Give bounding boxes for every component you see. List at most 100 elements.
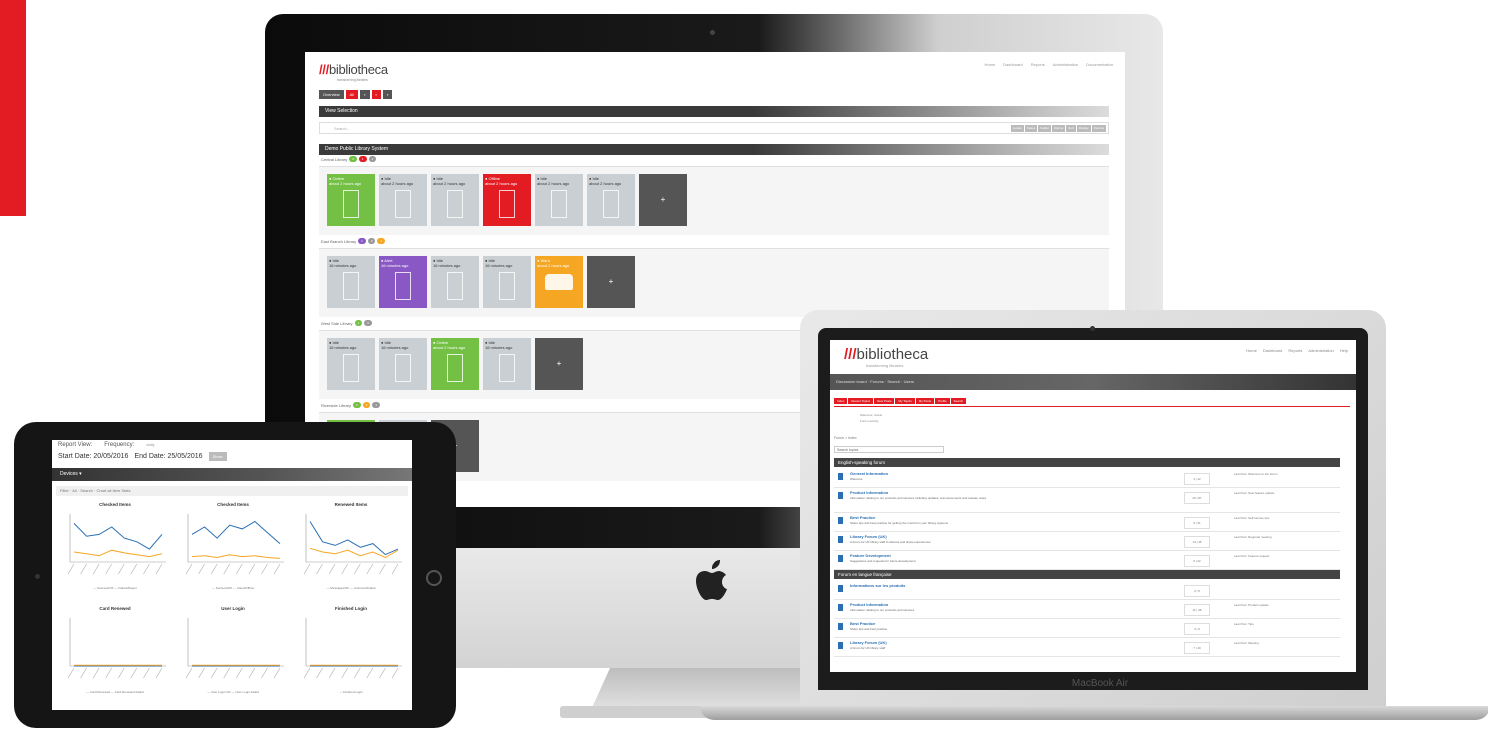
tab-profile[interactable]: Profile: [935, 398, 950, 404]
option-button[interactable]: Status: [1024, 125, 1038, 132]
tab-my-topics[interactable]: My Topics: [895, 398, 915, 404]
device-tile[interactable]: ● Idle16 minutes ago: [327, 256, 375, 308]
frequency-select[interactable]: daily: [146, 442, 154, 448]
last-post[interactable]: Last Post: Feature request: [1234, 554, 1269, 558]
search-input[interactable]: Search... Locate Status Folder Uptime So…: [319, 122, 1109, 134]
device-tile[interactable]: ● Idle16 minutes ago: [379, 338, 427, 390]
forum-row[interactable]: Informations sur les produits 2 | 5: [834, 581, 1340, 600]
tab-search[interactable]: Search: [950, 398, 967, 404]
tab-new-posts[interactable]: New Posts: [874, 398, 895, 404]
tab-recent-topics[interactable]: Recent Topics: [848, 398, 874, 404]
start-date-field[interactable]: Start Date: 20/05/2016: [58, 453, 128, 460]
forum-row[interactable]: Best Practice Share tips and best practic…: [834, 619, 1340, 638]
nav-link[interactable]: Reports: [1288, 348, 1302, 353]
device-tile[interactable]: ● Idle16 minutes ago: [483, 256, 531, 308]
overview-button[interactable]: Overview: [319, 90, 344, 99]
group-label[interactable]: Central Library 3 1 2: [321, 156, 377, 162]
last-post[interactable]: Last Post: Product update: [1234, 603, 1269, 607]
option-button[interactable]: Display: [1076, 125, 1091, 132]
top-nav: Home Dashboard Reports Administration He…: [1246, 348, 1348, 353]
tab-my-posts[interactable]: My Posts: [915, 398, 935, 404]
filter-row[interactable]: Filter · All · Search · Chart all Item S…: [56, 486, 408, 496]
tab-index[interactable]: Index: [834, 398, 848, 404]
forum-title[interactable]: Library Forum (UK): [850, 534, 887, 539]
nav-link[interactable]: Administration: [1308, 348, 1333, 353]
forum-title[interactable]: General Information: [850, 471, 888, 476]
device-tile[interactable]: ● Idle16 minutes ago: [483, 338, 531, 390]
device-tile[interactable]: ● Idle16 minutes ago: [327, 338, 375, 390]
add-device-button[interactable]: +: [587, 256, 635, 308]
device-tile[interactable]: ● Idle about 2 hours ago: [587, 174, 635, 226]
forum-section-header[interactable]: Forum en langue française: [834, 570, 1340, 579]
devices-dropdown[interactable]: Devices ▾: [52, 468, 412, 481]
end-date-field[interactable]: End Date: 25/05/2016: [134, 453, 202, 460]
last-post[interactable]: Last Post: Tips: [1234, 622, 1254, 626]
nav-link[interactable]: Home: [984, 62, 995, 67]
search-options: Locate Status Folder Uptime Sort Display…: [1010, 125, 1106, 132]
all-button[interactable]: All: [345, 90, 359, 99]
forum-row[interactable]: Best Practice Share tips and best practic…: [834, 513, 1340, 532]
show-button[interactable]: Show: [208, 452, 227, 461]
forum-section-header[interactable]: English-speaking forum: [834, 458, 1340, 467]
x-tick-label: [198, 667, 205, 679]
kiosk-icon: [603, 190, 619, 218]
last-post[interactable]: Last Post: Meeting: [1234, 641, 1259, 645]
forum-title[interactable]: Best Practice: [850, 515, 875, 520]
forum-title[interactable]: Best Practice: [850, 621, 875, 626]
option-button[interactable]: Uptime: [1051, 125, 1066, 132]
add-device-button[interactable]: +: [535, 338, 583, 390]
option-button[interactable]: Locate: [1010, 125, 1024, 132]
option-button[interactable]: Sort: [1066, 125, 1076, 132]
option-button[interactable]: Folder: [1038, 125, 1051, 132]
x-tick-label: [155, 667, 163, 679]
last-post[interactable]: Last Post: New feature update: [1234, 491, 1274, 495]
device-tile[interactable]: ● Warn about 2 hours ago: [535, 256, 583, 308]
forum-title[interactable]: Feature Development: [850, 553, 891, 558]
nav-link[interactable]: Administration: [1053, 62, 1078, 67]
forum-row[interactable]: Library Forum (UK) A forum for UK library…: [834, 532, 1340, 551]
group-label[interactable]: West Side Library 1 3: [321, 320, 372, 326]
breadcrumb[interactable]: Forum > Index: [834, 436, 857, 440]
device-tile[interactable]: ● Online about 2 hours ago: [431, 338, 479, 390]
device-tile[interactable]: ● Idle16 minutes ago: [431, 256, 479, 308]
forum-row[interactable]: General Information Welcome 4 | 12 Last Pos…: [834, 469, 1340, 488]
alert-button[interactable]: ▪: [371, 90, 381, 99]
forum-title[interactable]: Library Forum (UK): [850, 640, 887, 645]
forum-title[interactable]: Product Information: [850, 602, 888, 607]
forum-title[interactable]: Informations sur les produits: [850, 583, 905, 588]
nav-link[interactable]: Dashboard: [1263, 348, 1283, 353]
device-tile[interactable]: ● Idle about 2 hours ago: [431, 174, 479, 226]
forum-row[interactable]: Product Information Information relating …: [834, 488, 1340, 513]
option-button[interactable]: Options: [1091, 125, 1106, 132]
report-view-label[interactable]: Report View:: [58, 442, 92, 448]
group-label[interactable]: Riverside Library 2 1 1: [321, 402, 381, 408]
device-tile[interactable]: ● Online about 2 hours ago: [327, 174, 375, 226]
forum-nav-bar[interactable]: Discussion board · Forums · Search · Use…: [830, 374, 1356, 390]
device-tile[interactable]: ● Offline about 2 hours ago: [483, 174, 531, 226]
grid-button[interactable]: ▪: [382, 90, 393, 99]
forum-row[interactable]: Feature Development Suggestions and reque…: [834, 551, 1340, 570]
forum-row[interactable]: Library Forum (UK) A forum for UK library…: [834, 638, 1340, 657]
library-system-bar[interactable]: Demo Public Library System: [319, 144, 1109, 155]
brand-logo[interactable]: ///bibliotheca transforming libraries: [319, 62, 388, 82]
nav-link[interactable]: Help: [1340, 348, 1348, 353]
filter-button[interactable]: ▪: [360, 90, 370, 99]
view-selection-bar[interactable]: View Selection: [319, 106, 1109, 117]
x-tick-label: [185, 563, 193, 575]
last-post[interactable]: Last Post: Regional meeting: [1234, 535, 1272, 539]
last-post[interactable]: Last Post: Self-service tips: [1234, 516, 1269, 520]
forum-row[interactable]: Product Information Information relating …: [834, 600, 1340, 619]
device-tile[interactable]: ● Alert 16 minutes ago: [379, 256, 427, 308]
group-label[interactable]: East Branch Library 1 3 1: [321, 238, 386, 244]
nav-link[interactable]: Reports: [1031, 62, 1045, 67]
nav-link[interactable]: Documentation: [1086, 62, 1113, 67]
device-tile[interactable]: ● Idle about 2 hours ago: [535, 174, 583, 226]
brand-logo[interactable]: ///bibliotheca transforming libraries: [844, 346, 928, 368]
search-input[interactable]: Search topics: [834, 446, 944, 453]
forum-title[interactable]: Product Information: [850, 490, 888, 495]
add-device-button[interactable]: +: [639, 174, 687, 226]
nav-link[interactable]: Dashboard: [1003, 62, 1023, 67]
device-tile[interactable]: ● Idle about 2 hours ago: [379, 174, 427, 226]
last-post[interactable]: Last Post: Welcome to the forum: [1234, 472, 1277, 476]
nav-link[interactable]: Home: [1246, 348, 1257, 353]
